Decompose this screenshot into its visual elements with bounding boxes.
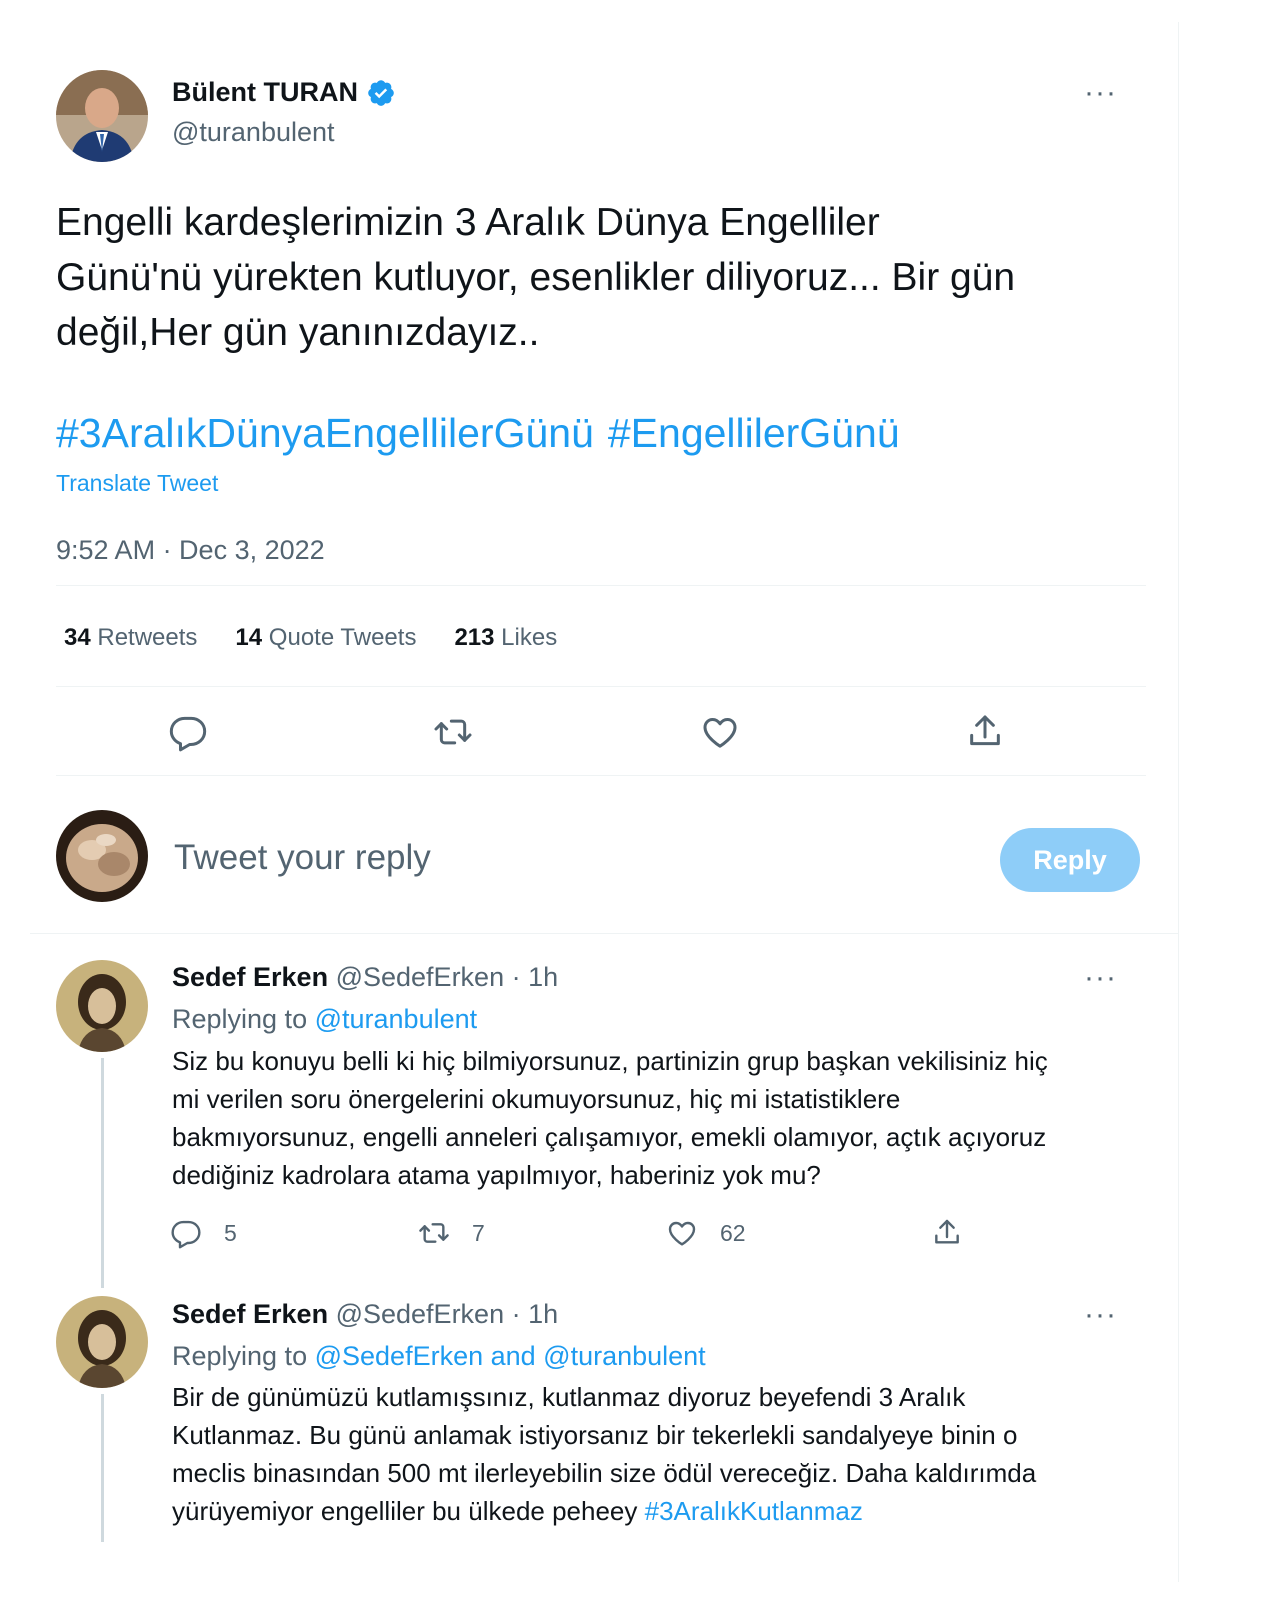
reply-author-handle[interactable]: @SedefErken [336,1299,505,1329]
quote-tweets-count: 14 [235,624,263,651]
divider [30,933,1178,934]
avatar-image [56,1296,148,1388]
reply-text: Bir de günümüzü kutlamışsınız, kutlanmaz… [172,1378,1152,1530]
tweet-stats: 34 Retweets 14 Quote Tweets 213 Likes [64,624,557,652]
tweet-text-line: Engelli kardeşlerimizin 3 Aralık Dünya E… [56,201,880,244]
reply-text-line: meclis binasından 500 mt ilerleyebilin s… [172,1458,1037,1488]
quote-tweets-label: Quote Tweets [268,624,417,651]
reply-action[interactable]: 5 [170,1217,237,1249]
reply-count: 5 [224,1219,237,1246]
retweets-count: 34 [64,624,91,651]
hashtag-link[interactable]: #3AralıkDünyaEngellilerGünü [56,410,594,457]
reply-header: Sedef Erken @SedefErken · 1h [172,1299,558,1330]
mention-link[interactable]: @SedefErken and @turanbulent [315,1341,706,1371]
author-avatar[interactable] [56,70,148,162]
avatar-image [56,70,148,162]
reply-text-line: bakmıyorsunuz, engelli anneleri çalışamı… [172,1122,1047,1152]
reply-text-line: dediğiniz kadrolara atama yapılmıyor, ha… [172,1160,821,1190]
reply-text-fragment: yürüyemiyor engelliler bu ülkede peheey [172,1496,645,1526]
reply-text-line: Siz bu konuyu belli ki hiç bilmiyorsunuz… [172,1046,1048,1076]
thread-line [101,1394,104,1542]
hashtag-link[interactable]: #EngellilerGünü [608,410,900,457]
tweet-text-line: Günü'nü yürekten kutluyor, esenlikler di… [56,256,1016,299]
reply-header: Sedef Erken @SedefErken · 1h [172,962,558,993]
author-name[interactable]: Bülent TURAN [172,77,358,108]
likes-stat[interactable]: 213 Likes [454,624,557,652]
tweet-timestamp[interactable]: 9:52 AM · Dec 3, 2022 [56,535,325,566]
retweet-icon [419,1223,449,1243]
reply-button[interactable]: Reply [1000,828,1140,892]
reply-text-line: Kutlanmaz. Bu günü anlamak istiyorsanız … [172,1420,1018,1450]
like-action[interactable]: 62 [666,1217,746,1249]
replying-to-label: Replying to [172,1341,308,1371]
more-options-icon[interactable]: ··· [1084,78,1117,108]
avatar-image [56,810,148,902]
reply-text-line: mi verilen soru önergelerini okumuyorsun… [172,1084,901,1114]
reply-text: Siz bu konuyu belli ki hiç bilmiyorsunuz… [172,1042,1152,1194]
reply-author-avatar[interactable] [56,1296,148,1388]
reply-input[interactable] [174,838,934,878]
author-name-row: Bülent TURAN [172,77,396,108]
hashtag-link[interactable]: #3AralıkKutlanmaz [645,1496,863,1526]
reply-time[interactable]: · 1h [512,962,559,992]
likes-label: Likes [501,624,558,651]
more-options-icon[interactable]: ··· [1084,963,1117,993]
reply-author-handle[interactable]: @SedefErken [336,962,505,992]
like-count: 62 [720,1219,746,1246]
replying-to: Replying to @turanbulent [172,1004,477,1035]
like-icon [668,1221,696,1246]
reply-time[interactable]: · 1h [512,1299,559,1329]
divider [56,585,1146,586]
reply-author-avatar[interactable] [56,960,148,1052]
reply-icon[interactable] [168,712,208,757]
translate-tweet-link[interactable]: Translate Tweet [56,470,218,497]
retweet-count: 7 [472,1219,485,1246]
retweets-label: Retweets [97,624,198,651]
replying-to-label: Replying to [172,1004,308,1034]
thread-line [101,1058,104,1288]
quote-tweets-stat[interactable]: 14 Quote Tweets [235,624,416,652]
avatar-image [56,960,148,1052]
reply-author-name[interactable]: Sedef Erken [172,962,328,992]
reply-icon [171,1220,201,1249]
tweet-text: Engelli kardeşlerimizin 3 Aralık Dünya E… [56,195,1156,360]
author-handle[interactable]: @turanbulent [172,117,335,148]
replying-to: Replying to @SedefErken and @turanbulent [172,1341,706,1372]
verified-badge-icon [368,79,394,106]
reply-text-line: Bir de günümüzü kutlamışsınız, kutlanmaz… [172,1382,966,1412]
column-border [1178,22,1179,1582]
current-user-avatar[interactable] [56,810,148,902]
more-options-icon[interactable]: ··· [1084,1300,1117,1330]
tweet-hashtags: #3AralıkDünyaEngellilerGünü #EngellilerG… [56,410,900,457]
retweets-stat[interactable]: 34 Retweets [64,624,197,652]
likes-count: 213 [454,624,495,651]
tweet-text-line: değil,Her gün yanınızdayız.. [56,311,540,354]
reply-text-line-with-hashtag: yürüyemiyor engelliler bu ülkede peheey … [172,1492,1152,1530]
share-action[interactable] [931,1217,963,1249]
divider [56,775,1146,776]
retweet-action[interactable]: 7 [418,1217,485,1249]
like-icon[interactable] [700,712,740,757]
divider [56,686,1146,687]
retweet-icon[interactable] [433,712,473,757]
reply-author-name[interactable]: Sedef Erken [172,1299,328,1329]
share-icon [935,1219,959,1244]
mention-link[interactable]: @turanbulent [315,1004,478,1034]
share-icon[interactable] [965,712,1005,757]
